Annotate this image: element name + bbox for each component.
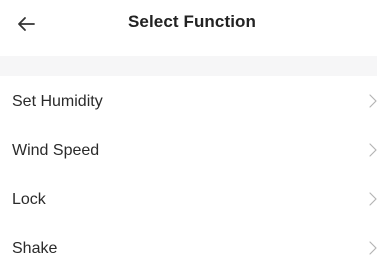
function-list: Set Humidity Wind Speed Lock Shake bbox=[0, 76, 377, 272]
section-separator bbox=[0, 56, 377, 76]
function-item-shake[interactable]: Shake bbox=[0, 223, 377, 272]
app-header: Select Function bbox=[0, 0, 377, 56]
chevron-right-icon bbox=[369, 241, 377, 255]
function-label: Set Humidity bbox=[12, 93, 103, 110]
function-item-wind-speed[interactable]: Wind Speed bbox=[0, 125, 377, 174]
chevron-right-icon bbox=[369, 94, 377, 108]
chevron-right-icon bbox=[369, 143, 377, 157]
function-item-set-humidity[interactable]: Set Humidity bbox=[0, 76, 377, 125]
function-label: Lock bbox=[12, 191, 46, 208]
function-item-lock[interactable]: Lock bbox=[0, 174, 377, 223]
function-label: Wind Speed bbox=[12, 142, 100, 159]
page-title: Select Function bbox=[127, 12, 257, 31]
chevron-right-icon bbox=[369, 192, 377, 206]
function-label: Shake bbox=[12, 240, 58, 257]
